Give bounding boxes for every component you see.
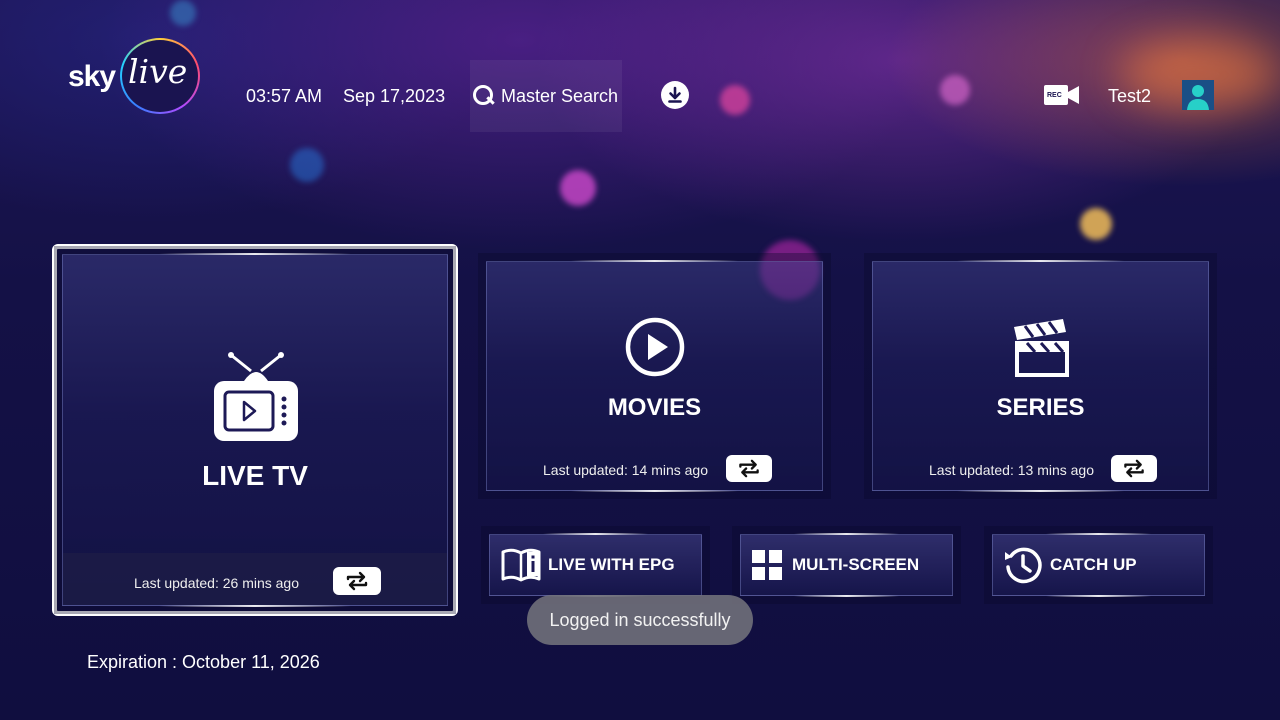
refresh-icon bbox=[739, 459, 759, 478]
movies-title: MOVIES bbox=[607, 394, 702, 421]
live-tv-updated: Last updated: 26 mins ago bbox=[134, 575, 300, 591]
multi-screen-button[interactable]: MULTI-SCREEN bbox=[740, 533, 953, 597]
logo-text-sky: sky bbox=[68, 60, 116, 93]
live-with-epg-label: LIVE WITH EPG bbox=[548, 555, 675, 574]
catch-up-label: CATCH UP bbox=[1050, 555, 1137, 574]
expiration-text: Expiration : October 11, 2026 bbox=[87, 652, 320, 672]
grid-icon bbox=[752, 550, 782, 580]
logo-text-live: live bbox=[128, 52, 188, 91]
card-shine bbox=[570, 260, 739, 262]
download-button[interactable] bbox=[661, 81, 689, 109]
profile-button[interactable] bbox=[1182, 80, 1214, 110]
bokeh-light bbox=[290, 148, 324, 182]
series-refresh-button[interactable] bbox=[1111, 455, 1157, 482]
clapperboard-icon bbox=[1014, 319, 1069, 377]
series-title: SERIES bbox=[996, 394, 1085, 421]
clock-time: 03:57 AM bbox=[246, 86, 323, 106]
card-shine bbox=[793, 533, 900, 535]
live-tv-tile[interactable]: LIVE TV Last updated: 26 mins ago bbox=[62, 253, 448, 607]
movies-updated: Last updated: 14 mins ago bbox=[543, 462, 709, 478]
series-tile[interactable]: SERIES Last updated: 13 mins ago bbox=[872, 260, 1209, 492]
history-icon bbox=[1005, 547, 1042, 584]
record-button[interactable]: REC bbox=[1044, 84, 1080, 106]
card-shine bbox=[570, 490, 739, 492]
card-shine bbox=[1045, 595, 1152, 597]
bokeh-light bbox=[560, 170, 596, 206]
master-search-label: Master Search bbox=[501, 85, 619, 106]
card-shine bbox=[159, 253, 351, 255]
live-tv-refresh-button[interactable] bbox=[333, 567, 381, 595]
movies-refresh-button[interactable] bbox=[726, 455, 772, 482]
bokeh-light bbox=[940, 75, 970, 105]
card-shine bbox=[956, 260, 1125, 262]
bokeh-light bbox=[170, 0, 196, 26]
master-search-button[interactable]: Master Search bbox=[470, 60, 622, 132]
app-logo: sky live bbox=[64, 36, 204, 116]
bokeh-light bbox=[1080, 208, 1112, 240]
card-shine bbox=[159, 605, 351, 607]
movies-tile[interactable]: MOVIES Last updated: 14 mins ago bbox=[486, 260, 823, 492]
download-icon bbox=[668, 86, 682, 103]
bokeh-light bbox=[720, 85, 750, 115]
multi-screen-label: MULTI-SCREEN bbox=[792, 555, 920, 574]
clock-date: Sep 17,2023 bbox=[343, 86, 446, 106]
login-toast: Logged in successfully bbox=[527, 595, 753, 645]
user-avatar-icon bbox=[1187, 85, 1209, 110]
series-updated: Last updated: 13 mins ago bbox=[929, 462, 1095, 478]
card-shine bbox=[542, 533, 649, 535]
live-tv-title: LIVE TV bbox=[202, 460, 308, 491]
play-icon bbox=[625, 317, 685, 377]
catch-up-button[interactable]: CATCH UP bbox=[992, 533, 1205, 597]
live-with-epg-button[interactable]: LIVE WITH EPG bbox=[489, 533, 702, 597]
refresh-icon bbox=[1124, 459, 1144, 478]
card-shine bbox=[956, 490, 1125, 492]
rec-badge: REC bbox=[1047, 92, 1062, 99]
username: Test2 bbox=[1108, 86, 1152, 106]
book-info-icon bbox=[501, 548, 541, 582]
card-shine bbox=[1045, 533, 1152, 535]
card-shine bbox=[793, 595, 900, 597]
tv-icon bbox=[214, 352, 298, 441]
refresh-icon bbox=[346, 571, 368, 591]
search-icon bbox=[473, 85, 495, 107]
